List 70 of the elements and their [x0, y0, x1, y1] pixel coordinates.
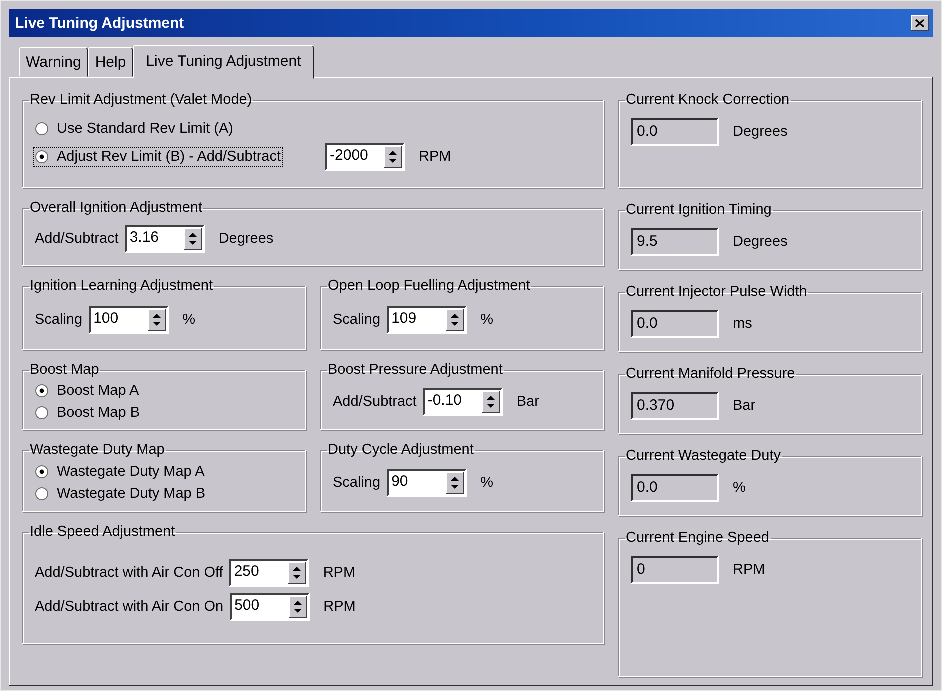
unit-label: Bar [516, 394, 540, 410]
radio-option[interactable]: Wastegate Duty Map A [35, 464, 205, 480]
unit-label: Degrees [218, 230, 274, 246]
group-title: Current Wastegate Duty [625, 448, 782, 464]
readout-field: 9.5 [631, 228, 719, 256]
unit-label: RPM [419, 148, 452, 164]
spinner-arrows-icon[interactable] [148, 308, 166, 330]
group-title: Rev Limit Adjustment (Valet Mode) [29, 92, 254, 108]
group-title: Overall Ignition Adjustment [29, 200, 204, 216]
group-title: Current Manifold Pressure [625, 366, 796, 382]
unit-label: ms [733, 316, 752, 332]
unit-label: RPM [324, 598, 356, 614]
unit-label: % [480, 474, 494, 490]
spinner-arrows-icon[interactable] [288, 562, 306, 584]
group-title: Current Knock Correction [625, 92, 791, 108]
spin-box[interactable]: 109 [386, 306, 467, 334]
spin-box[interactable]: 100 [88, 306, 169, 334]
field-label: Add/Subtract with Air Con On [35, 598, 224, 614]
spin-box[interactable]: 90 [386, 468, 467, 496]
radio-option[interactable]: Use Standard Rev Limit (A) [35, 120, 234, 136]
radio-option[interactable]: Boost Map B [35, 404, 140, 420]
unit-label: % [733, 480, 746, 496]
unit-label: RPM [733, 562, 766, 578]
tab[interactable]: Live Tuning Adjustment [133, 45, 314, 79]
spin-box[interactable]: -2000 [325, 142, 406, 170]
spinner-arrows-icon[interactable] [446, 472, 464, 494]
group-title: Boost Map [29, 362, 100, 378]
group-title: Ignition Learning Adjustment [29, 278, 214, 294]
group-title: Current Engine Speed [625, 530, 770, 546]
group-title: Current Ignition Timing [625, 202, 773, 218]
spin-box[interactable]: 3.16 [124, 224, 205, 252]
spin-box[interactable]: -0.10 [422, 388, 503, 416]
field-label: Add/Subtract [333, 394, 417, 410]
field-label: Add/Subtract [35, 230, 119, 246]
field-label: Add/Subtract with Air Con Off [35, 564, 224, 580]
unit-label: % [480, 312, 494, 328]
radio-option[interactable]: Boost Map A [35, 382, 140, 398]
spinner-arrows-icon[interactable] [384, 146, 402, 168]
unit-label: Bar [733, 398, 756, 414]
group-title: Open Loop Fuelling Adjustment [327, 278, 532, 294]
group-title: Boost Pressure Adjustment [327, 362, 504, 378]
field-label: Scaling [333, 474, 381, 490]
unit-label: % [182, 312, 196, 328]
spin-box[interactable]: 500 [230, 592, 310, 620]
group-title: Duty Cycle Adjustment [327, 442, 475, 458]
readout-field: 0.370 [631, 392, 719, 420]
window-title: Live Tuning Adjustment [15, 14, 184, 32]
readout-field: 0.0 [631, 118, 719, 146]
close-icon [915, 18, 925, 28]
field-label: Scaling [35, 312, 83, 328]
readout-field: 0.0 [631, 474, 719, 502]
tab[interactable]: Help [88, 47, 134, 77]
unit-label: Degrees [733, 124, 788, 140]
close-button[interactable] [911, 15, 929, 31]
spinner-arrows-icon[interactable] [288, 596, 307, 618]
spinner-arrows-icon[interactable] [184, 228, 202, 250]
unit-label: Degrees [733, 234, 788, 250]
radio-option[interactable]: Wastegate Duty Map B [35, 486, 206, 502]
unit-label: RPM [323, 564, 356, 580]
spinner-arrows-icon[interactable] [482, 390, 500, 412]
group-title: Current Injector Pulse Width [625, 284, 808, 300]
tab[interactable]: Warning [19, 47, 88, 77]
group-title: Wastegate Duty Map [29, 442, 166, 458]
spinner-arrows-icon[interactable] [446, 308, 464, 330]
field-label: Scaling [333, 312, 381, 328]
radio-option[interactable]: Adjust Rev Limit (B) - Add/Subtract [35, 148, 282, 164]
readout-field: 0.0 [631, 310, 719, 338]
group-title: Idle Speed Adjustment [29, 524, 176, 540]
readout-field: 0 [631, 556, 719, 584]
spin-box[interactable]: 250 [229, 558, 310, 586]
